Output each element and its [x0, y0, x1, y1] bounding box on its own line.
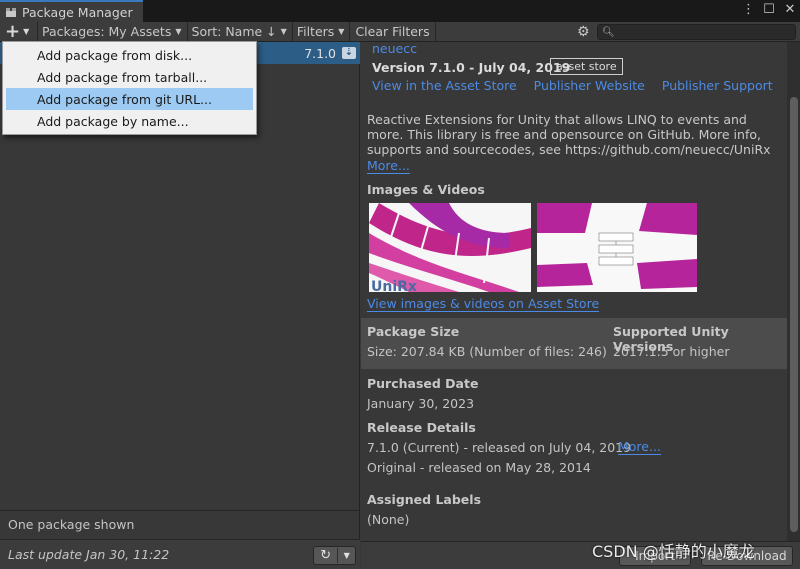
images-heading: Images & Videos	[367, 182, 485, 197]
diagram-image	[537, 203, 697, 292]
purchased-date-heading: Purchased Date	[367, 376, 479, 391]
svg-text:UniRx: UniRx	[371, 279, 417, 292]
details-links: View in the Asset Store Publisher Websit…	[372, 78, 773, 93]
source-badge: asset store	[550, 58, 623, 75]
plus-icon: +	[5, 20, 21, 42]
menu-item-add-from-tarball[interactable]: Add package from tarball...	[6, 66, 253, 88]
refresh-button[interactable]: ↻ ▼	[313, 546, 356, 565]
package-details-panel: neuecc Version 7.1.0 - July 04, 2019 ass…	[361, 42, 800, 541]
description-more-link[interactable]: More...	[367, 159, 410, 174]
menu-item-add-by-name[interactable]: Add package by name...	[6, 110, 253, 132]
chevron-down-icon[interactable]: ▼	[338, 551, 355, 560]
release-current: 7.1.0 (Current) - released on July 04, 2…	[367, 440, 632, 455]
package-icon	[6, 8, 16, 17]
package-count: One package shown	[0, 510, 360, 538]
view-images-link[interactable]: View images & videos on Asset Store	[367, 297, 600, 312]
release-more-link[interactable]: More...	[618, 440, 661, 455]
release-details-heading: Release Details	[367, 420, 476, 435]
package-size-section: Package Size Size: 207.84 KB (Number of …	[361, 318, 787, 369]
title-bar: Package Manager ⋮ ☐ ✕	[0, 0, 800, 22]
screenshot-thumbnail-2[interactable]	[537, 203, 697, 292]
more-options-icon[interactable]: ⋮	[742, 2, 755, 17]
package-size-heading: Package Size	[367, 324, 460, 339]
list-footer: Last update Jan 30, 11:22 ↻ ▼	[0, 539, 360, 569]
filters-dropdown[interactable]: Filters ▼	[293, 22, 351, 41]
toolbar: + ▼ Packages: My Assets ▼ Sort: Name ↓ ▼…	[0, 22, 800, 42]
search-icon: 🔍︎	[602, 26, 615, 38]
scrollbar-thumb[interactable]	[790, 97, 798, 532]
details-scrollbar[interactable]	[787, 42, 800, 541]
refresh-icon[interactable]: ↻	[314, 548, 339, 563]
purchased-date-value: January 30, 2023	[367, 396, 475, 411]
publisher-support-link[interactable]: Publisher Support	[662, 78, 773, 93]
package-description: Reactive Extensions for Unity that allow…	[367, 112, 771, 157]
version-line: Version 7.1.0 - July 04, 2019	[372, 60, 571, 75]
unirx-logo-image: UniRx	[369, 203, 531, 292]
publisher-website-link[interactable]: Publisher Website	[534, 78, 645, 93]
search-field[interactable]: 🔍︎	[597, 24, 796, 40]
menu-item-add-from-disk[interactable]: Add package from disk...	[6, 44, 253, 66]
supported-versions-value: 2017.1.5 or higher	[613, 344, 730, 359]
download-icon: ⇣	[342, 47, 356, 59]
sort-dropdown[interactable]: Sort: Name ↓ ▼	[188, 22, 293, 41]
release-original: Original - released on May 28, 2014	[367, 460, 591, 475]
filters-label: Filters	[296, 24, 335, 39]
chevron-down-icon: ▼	[280, 27, 287, 36]
add-package-menu: Add package from disk... Add package fro…	[2, 41, 257, 135]
chevron-down-icon: ▼	[175, 27, 182, 36]
window-tab[interactable]: Package Manager	[0, 0, 143, 22]
package-version: 7.1.0	[304, 45, 336, 61]
menu-item-add-from-git-url[interactable]: Add package from git URL...	[6, 88, 253, 110]
packages-filter-label: Packages: My Assets	[42, 24, 172, 39]
publisher-link[interactable]: neuecc	[372, 42, 417, 56]
package-size-value: Size: 207.84 KB (Number of files: 246)	[367, 344, 607, 359]
view-in-asset-store-link[interactable]: View in the Asset Store	[372, 78, 517, 93]
assigned-labels-heading: Assigned Labels	[367, 492, 482, 507]
last-update-text: Last update Jan 30, 11:22	[8, 547, 170, 562]
gear-icon[interactable]: ⚙	[577, 24, 590, 40]
watermark-text: CSDN @恬静的小魔龙	[592, 542, 755, 561]
close-icon[interactable]: ✕	[784, 2, 796, 17]
screenshot-thumbnail-1[interactable]: UniRx	[369, 203, 531, 292]
sort-label: Sort: Name ↓	[191, 24, 277, 39]
chevron-down-icon: ▼	[338, 27, 345, 36]
chevron-down-icon: ▼	[23, 27, 30, 36]
add-package-button[interactable]: + ▼	[0, 22, 38, 41]
maximize-icon[interactable]: ☐	[763, 2, 775, 17]
search-input[interactable]	[617, 26, 793, 38]
assigned-labels-value: (None)	[367, 512, 410, 527]
packages-filter-dropdown[interactable]: Packages: My Assets ▼	[38, 22, 188, 41]
clear-filters-button[interactable]: Clear Filters	[350, 22, 436, 41]
window-title: Package Manager	[22, 4, 133, 20]
